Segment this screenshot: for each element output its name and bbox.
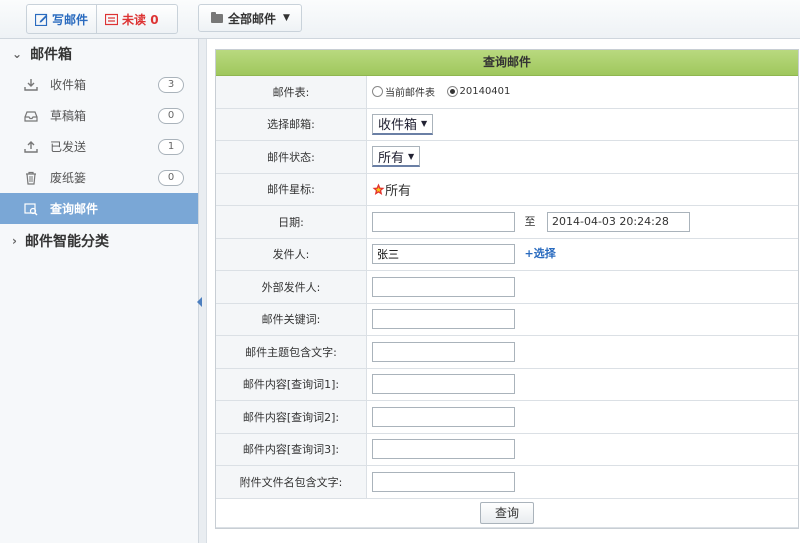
form-row-content2: 邮件内容[查询词2]: xyxy=(216,400,798,434)
mailbox-section-header[interactable]: ⌄ 邮件箱 xyxy=(0,39,198,69)
sidebar-item-inbox[interactable]: 收件箱 3 xyxy=(0,69,198,100)
date-to-input[interactable] xyxy=(547,211,690,232)
field-label: 邮件主题包含文字: xyxy=(216,335,367,369)
top-toolbar: 写邮件 未读 0 全部邮件 ▼ xyxy=(0,0,800,39)
date-from-input[interactable] xyxy=(372,211,515,232)
field-label: 外部发件人: xyxy=(216,270,367,304)
select-value: 收件箱 xyxy=(378,118,418,134)
form-row-table: 邮件表: 当前邮件表 20140401 xyxy=(216,76,798,109)
field-label: 邮件星标: xyxy=(216,173,367,206)
main-content: 查询邮件 邮件表: 当前邮件表 20140401 选择邮箱: 收件箱 ▼ 邮件状… xyxy=(206,39,800,543)
radio-label: 20140401 xyxy=(459,85,511,97)
sidebar-item-label: 收件箱 xyxy=(50,78,87,92)
drafts-tray-icon xyxy=(24,109,38,123)
external-sender-input[interactable] xyxy=(372,276,515,297)
compose-button[interactable]: 写邮件 xyxy=(27,5,98,33)
sidebar-item-drafts[interactable]: 草稿箱 0 xyxy=(0,100,198,131)
count-badge: 3 xyxy=(158,77,184,93)
mailbox-select[interactable]: 收件箱 ▼ xyxy=(372,113,434,135)
form-row-status: 邮件状态: 所有 ▼ xyxy=(216,140,798,174)
folder-icon xyxy=(211,11,223,23)
form-row-mailbox: 选择邮箱: 收件箱 ▼ xyxy=(216,108,798,141)
query-button[interactable]: 查询 xyxy=(480,501,534,524)
smart-category-section-header[interactable]: › 邮件智能分类 xyxy=(0,226,198,256)
upload-sent-icon xyxy=(24,140,38,154)
chevron-down-icon: ⌄ xyxy=(12,47,23,61)
field-label: 邮件内容[查询词3]: xyxy=(216,433,367,466)
chevron-right-icon: › xyxy=(12,234,17,248)
sidebar: ⌄ 邮件箱 收件箱 3 草稿箱 0 已发送 1 废纸篓 0 查询邮件 › 邮件智… xyxy=(0,39,199,543)
count-badge: 0 xyxy=(158,170,184,186)
smart-category-title: 邮件智能分类 xyxy=(24,234,109,250)
dropdown-arrow-icon: ▼ xyxy=(408,151,415,161)
field-label: 附件文件名包含文字: xyxy=(216,465,367,499)
date-to-label: 至 xyxy=(524,214,536,228)
form-row-submit: 查询 xyxy=(216,498,798,528)
field-label: 邮件表: xyxy=(216,76,367,109)
radio-current-table[interactable]: 当前邮件表 xyxy=(372,84,435,99)
sidebar-item-trash[interactable]: 废纸篓 0 xyxy=(0,162,198,193)
sidebar-item-search-mail[interactable]: 查询邮件 xyxy=(0,193,198,224)
folder-label: 全部邮件 xyxy=(228,11,277,26)
radio-label: 当前邮件表 xyxy=(385,87,435,99)
compose-label: 写邮件 xyxy=(52,12,89,27)
compose-unread-group: 写邮件 未读 0 xyxy=(26,4,178,34)
radio-circle-selected xyxy=(446,85,458,97)
radio-circle xyxy=(372,85,383,97)
radio-20140401[interactable]: 20140401 xyxy=(446,85,511,97)
star-filter[interactable]: 所有 xyxy=(372,180,411,199)
form-row-content3: 邮件内容[查询词3]: xyxy=(216,433,798,466)
subject-input[interactable] xyxy=(372,341,515,362)
field-label: 邮件状态: xyxy=(216,140,367,174)
field-label: 邮件关键词: xyxy=(216,303,367,336)
form-row-keyword: 邮件关键词: xyxy=(216,303,798,336)
dropdown-arrow-icon: ▼ xyxy=(421,119,428,129)
compose-edit-icon xyxy=(35,13,48,26)
star-icon xyxy=(372,183,385,195)
collapse-sidebar-arrow-icon[interactable] xyxy=(196,296,204,308)
content-keyword-1-input[interactable] xyxy=(372,374,515,395)
folder-dropdown[interactable]: 全部邮件 ▼ xyxy=(198,4,302,32)
chevron-down-icon: ▼ xyxy=(283,13,290,23)
choose-sender-link[interactable]: +选择 xyxy=(525,247,556,260)
mailbox-section-title: 邮件箱 xyxy=(30,47,73,63)
panel-title: 查询邮件 xyxy=(216,50,798,76)
search-mail-panel: 查询邮件 邮件表: 当前邮件表 20140401 选择邮箱: 收件箱 ▼ 邮件状… xyxy=(215,49,799,529)
sidebar-item-label: 已发送 xyxy=(50,140,87,154)
attachment-name-input[interactable] xyxy=(372,471,515,492)
form-row-sender: 发件人: +选择 xyxy=(216,238,798,271)
count-badge: 0 xyxy=(158,108,184,124)
form-row-date: 日期: 至 xyxy=(216,205,798,239)
unread-label: 未读 0 xyxy=(122,12,159,27)
field-label: 邮件内容[查询词2]: xyxy=(216,400,367,434)
search-form-table: 邮件表: 当前邮件表 20140401 选择邮箱: 收件箱 ▼ 邮件状态: 所有… xyxy=(216,76,798,528)
field-label: 日期: xyxy=(216,205,367,239)
keyword-input[interactable] xyxy=(372,309,515,330)
inbox-download-icon xyxy=(24,78,38,92)
content-keyword-3-input[interactable] xyxy=(372,439,515,460)
content-keyword-2-input[interactable] xyxy=(372,406,515,427)
search-mail-icon xyxy=(24,202,38,216)
form-row-subject: 邮件主题包含文字: xyxy=(216,335,798,369)
unread-mail-icon xyxy=(105,13,119,25)
sidebar-item-sent[interactable]: 已发送 1 xyxy=(0,131,198,162)
star-value: 所有 xyxy=(385,183,412,199)
sidebar-item-label: 废纸篓 xyxy=(50,171,87,185)
form-row-star: 邮件星标: 所有 xyxy=(216,173,798,206)
form-row-content1: 邮件内容[查询词1]: xyxy=(216,368,798,401)
sidebar-item-label: 草稿箱 xyxy=(50,109,87,123)
status-select[interactable]: 所有 ▼ xyxy=(372,146,421,168)
sidebar-item-label: 查询邮件 xyxy=(50,202,99,216)
field-label: 邮件内容[查询词1]: xyxy=(216,368,367,401)
sender-input[interactable] xyxy=(372,244,515,265)
count-badge: 1 xyxy=(158,139,184,155)
trash-icon xyxy=(24,171,38,185)
select-value: 所有 xyxy=(378,150,405,166)
unread-button[interactable]: 未读 0 xyxy=(97,5,167,33)
field-label: 发件人: xyxy=(216,238,367,271)
field-label: 选择邮箱: xyxy=(216,108,367,141)
form-row-external-sender: 外部发件人: xyxy=(216,270,798,304)
form-row-attachment: 附件文件名包含文字: xyxy=(216,465,798,499)
